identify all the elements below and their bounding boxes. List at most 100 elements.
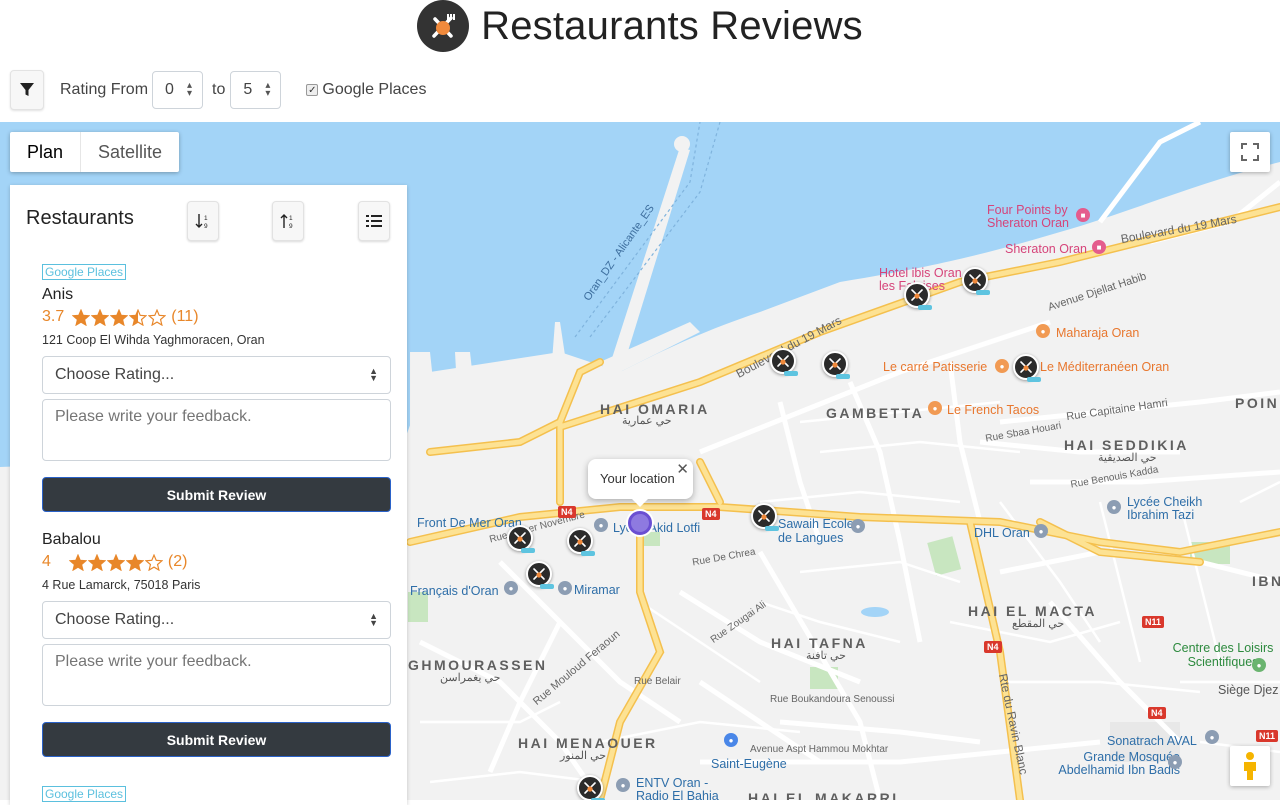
district-label: IBN — [1252, 573, 1280, 589]
star-empty-icon — [148, 308, 167, 326]
svg-text:9: 9 — [289, 223, 293, 229]
district-label: GAMBETTA — [826, 405, 925, 421]
road-shield: N4 — [558, 506, 576, 518]
sort-descending-button[interactable]: 1 9 — [272, 201, 304, 241]
restaurant-marker[interactable] — [526, 561, 554, 589]
rating-row: 3.7 (11) — [42, 307, 391, 327]
restaurant-sidebar: Restaurants 1 9 1 9 Google Places Anis 3… — [10, 185, 407, 805]
arabic-label: حي الصديقية — [1098, 452, 1157, 464]
restaurant-card: Google Places — [42, 785, 391, 803]
svg-text:1: 1 — [204, 215, 208, 222]
place-label: Lycée Cheikh Ibrahim Tazi — [1127, 495, 1203, 522]
restaurant-address: 121 Coop El Wihda Yaghmoracen, Oran — [42, 333, 265, 347]
restaurant-poi-icon[interactable]: ● — [1036, 324, 1050, 338]
star-rating — [72, 308, 167, 326]
place-poi-icon[interactable]: ● — [1034, 524, 1048, 538]
restaurant-poi-icon[interactable]: ● — [928, 401, 942, 415]
rating-to-select[interactable]: 5 ▴ ▾ — [230, 71, 282, 109]
rating-row: 4 (2) — [42, 552, 391, 572]
restaurant-card: Babalou 4 (2) 4 Rue Lamarck, 75018 Paris… — [42, 531, 391, 757]
select-placeholder: Choose Rating... — [55, 611, 175, 628]
sort-ascending-button[interactable]: 1 9 — [187, 201, 219, 241]
fork-knife-icon — [1020, 361, 1032, 373]
restaurant-marker[interactable] — [1013, 354, 1041, 382]
star-full-icon — [91, 308, 110, 326]
place-label: Le carré Patisserie — [883, 360, 988, 374]
choose-rating-select[interactable]: Choose Rating... ▲ ▼ — [42, 601, 391, 639]
rating-value: 3.7 — [42, 308, 65, 325]
hotel-poi-icon[interactable]: ■ — [1092, 240, 1106, 254]
restaurant-card: Google Places Anis 3.7 (11) 121 Coop El … — [42, 263, 391, 512]
filter-button[interactable] — [10, 70, 44, 110]
place-label: Four Points by Sheraton Oran — [987, 203, 1069, 230]
submit-review-button[interactable]: Submit Review — [42, 477, 391, 512]
rating-from-value: 0 — [165, 81, 174, 98]
place-label: Siège Djez — [1218, 683, 1279, 697]
restaurant-marker[interactable] — [962, 267, 990, 295]
place-poi-icon[interactable]: ● — [616, 778, 630, 792]
restaurant-marker[interactable] — [904, 282, 932, 310]
place-label: Le Méditerranéen Oran — [1040, 360, 1170, 374]
restaurant-poi-icon[interactable]: ● — [995, 359, 1009, 373]
road-shield: N4 — [702, 508, 720, 520]
google-places-label: Google Places — [322, 81, 427, 98]
choose-rating-select[interactable]: Choose Rating... ▲ ▼ — [42, 356, 391, 394]
feedback-textarea[interactable] — [42, 644, 391, 706]
star-half-icon — [129, 308, 148, 326]
rating-from-select[interactable]: 0 ▴ ▾ — [152, 71, 204, 109]
arabic-label: حي عمارية — [622, 415, 672, 427]
svg-text:9: 9 — [204, 223, 208, 229]
school-poi-icon[interactable]: ● — [594, 518, 608, 532]
place-label: Maharaja Oran — [1056, 326, 1140, 340]
park-poi-icon[interactable]: ● — [1252, 658, 1266, 672]
restaurant-name: Babalou — [42, 531, 101, 548]
restaurant-marker[interactable] — [770, 348, 798, 376]
fork-knife-icon — [417, 0, 470, 52]
restaurant-marker[interactable] — [577, 775, 605, 800]
tab-satellite[interactable]: Satellite — [80, 132, 179, 172]
place-poi-icon[interactable]: ● — [851, 519, 865, 533]
school-poi-icon[interactable]: ● — [1107, 500, 1121, 514]
place-poi-icon[interactable]: ● — [558, 581, 572, 595]
google-places-checkbox[interactable]: ✓ — [306, 84, 319, 96]
fork-knife-icon — [758, 510, 770, 522]
feedback-textarea[interactable] — [42, 399, 391, 461]
select-arrows-icon: ▲ ▼ — [369, 611, 378, 628]
place-label: Sawaih Ecole de Langues — [778, 517, 854, 545]
review-count: (2) — [167, 553, 188, 570]
place-poi-icon[interactable]: ● — [1205, 730, 1219, 744]
user-location-marker[interactable] — [628, 511, 652, 535]
place-label: Sheraton Oran — [1005, 242, 1087, 256]
app-header: Restaurants Reviews — [0, 0, 1280, 52]
restaurant-marker[interactable] — [822, 351, 850, 379]
tab-plan[interactable]: Plan — [10, 132, 80, 172]
source-badge: Google Places — [42, 264, 127, 280]
fork-knife-icon — [533, 568, 545, 580]
mosque-poi-icon[interactable]: ● — [1168, 755, 1182, 769]
place-label: Front De Mer Oran — [417, 516, 522, 530]
restaurant-marker[interactable] — [507, 525, 535, 553]
fork-knife-icon — [574, 535, 586, 547]
place-poi-icon[interactable]: ● — [504, 581, 518, 595]
road-shield: N4 — [984, 641, 1002, 653]
location-popup-text: Your location — [600, 471, 675, 486]
submit-review-button[interactable]: Submit Review — [42, 722, 391, 757]
arabic-label: حي المقطع — [1012, 618, 1065, 630]
transit-poi-icon[interactable]: ● — [724, 733, 738, 747]
page-title: Restaurants Reviews — [481, 3, 863, 48]
fork-knife-icon — [777, 355, 789, 367]
street-view-button[interactable] — [1230, 746, 1270, 786]
rating-to-label: to — [212, 81, 226, 98]
close-icon[interactable]: ✕ — [676, 460, 689, 478]
rating-value: 4 — [42, 553, 51, 570]
road-shield: N11 — [1142, 616, 1165, 628]
fullscreen-button[interactable] — [1230, 132, 1270, 172]
star-empty-icon — [144, 553, 163, 571]
hotel-poi-icon[interactable]: ■ — [1076, 208, 1090, 222]
fork-knife-icon — [514, 532, 526, 544]
road-shield: N11 — [1256, 730, 1279, 742]
restaurant-marker[interactable] — [567, 528, 595, 556]
restaurant-marker[interactable] — [751, 503, 779, 531]
list-view-button[interactable] — [358, 201, 390, 241]
fork-knife-icon — [584, 782, 596, 794]
